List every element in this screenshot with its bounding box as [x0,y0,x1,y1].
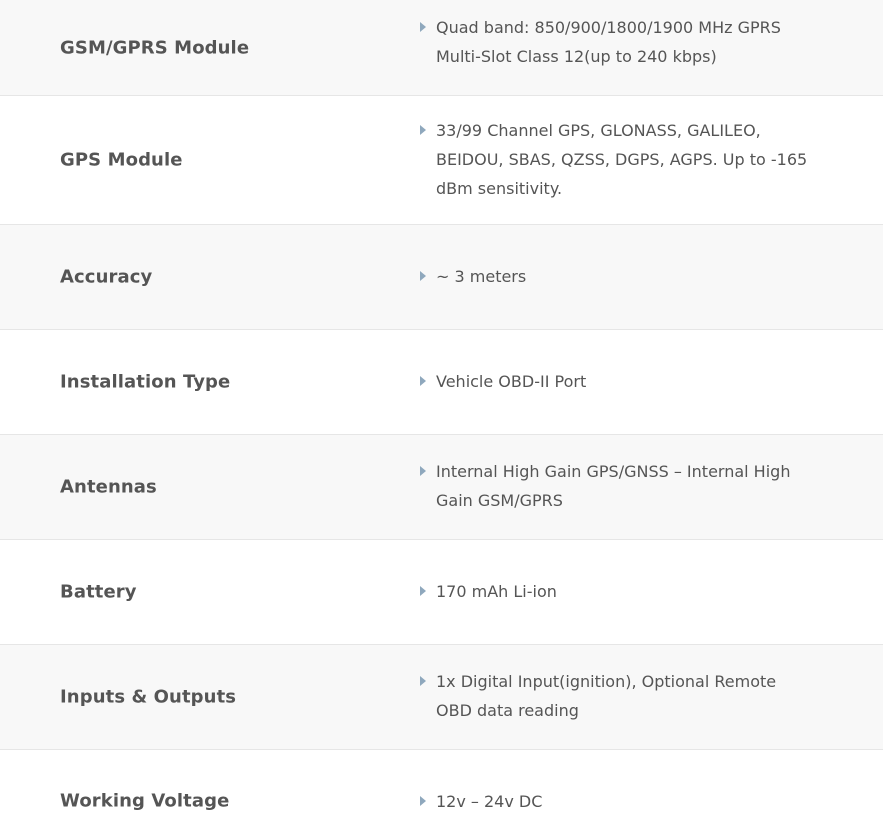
spec-value-text: Quad band: 850/900/1800/1900 MHz GPRS Mu… [436,18,781,66]
spec-row-accuracy: Accuracy ~ 3 meters [0,225,883,330]
spec-table: GSM/GPRS Module Quad band: 850/900/1800/… [0,0,883,832]
caret-right-icon [418,116,436,145]
spec-row-gps-module: GPS Module 33/99 Channel GPS, GLONASS, G… [0,96,883,225]
spec-label: GSM/GPRS Module [60,37,250,58]
caret-right-icon [418,667,436,696]
spec-value-text: 170 mAh Li-ion [436,582,557,601]
spec-row-working-voltage: Working Voltage 12v – 24v DC [0,750,883,832]
spec-row-gsm-gprs-module: GSM/GPRS Module Quad band: 850/900/1800/… [0,0,883,96]
spec-value-text: ~ 3 meters [436,267,527,286]
spec-value: Vehicle OBD-II Port [418,367,813,396]
spec-row-battery: Battery 170 mAh Li-ion [0,540,883,645]
spec-value-text: Vehicle OBD-II Port [436,372,587,391]
spec-label: Battery [60,581,137,603]
spec-value: Internal High Gain GPS/GNSS – Internal H… [418,457,813,515]
caret-right-icon [418,577,436,606]
spec-value-text: 33/99 Channel GPS, GLONASS, GALILEO, BEI… [436,121,808,198]
spec-row-inputs-outputs: Inputs & Outputs 1x Digital Input(igniti… [0,645,883,750]
caret-right-icon [418,13,436,42]
spec-value-text: 12v – 24v DC [436,792,543,811]
caret-right-icon [418,367,436,396]
caret-right-icon [418,457,436,486]
spec-value: 33/99 Channel GPS, GLONASS, GALILEO, BEI… [418,116,813,203]
spec-value: 170 mAh Li-ion [418,577,813,606]
spec-value: 1x Digital Input(ignition), Optional Rem… [418,667,813,725]
spec-row-antennas: Antennas Internal High Gain GPS/GNSS – I… [0,435,883,540]
spec-value: 12v – 24v DC [418,787,813,816]
spec-label: Antennas [60,476,157,498]
spec-label: GPS Module [60,149,183,171]
spec-label: Installation Type [60,371,231,393]
caret-right-icon [418,787,436,816]
spec-row-installation-type: Installation Type Vehicle OBD-II Port [0,330,883,435]
spec-label: Inputs & Outputs [60,686,237,708]
spec-value-text: 1x Digital Input(ignition), Optional Rem… [436,672,777,720]
spec-value-text: Internal High Gain GPS/GNSS – Internal H… [436,462,791,510]
spec-value: Quad band: 850/900/1800/1900 MHz GPRS Mu… [418,13,813,71]
spec-value: ~ 3 meters [418,262,813,291]
spec-label: Working Voltage [60,790,230,812]
caret-right-icon [418,262,436,291]
spec-label: Accuracy [60,266,153,288]
